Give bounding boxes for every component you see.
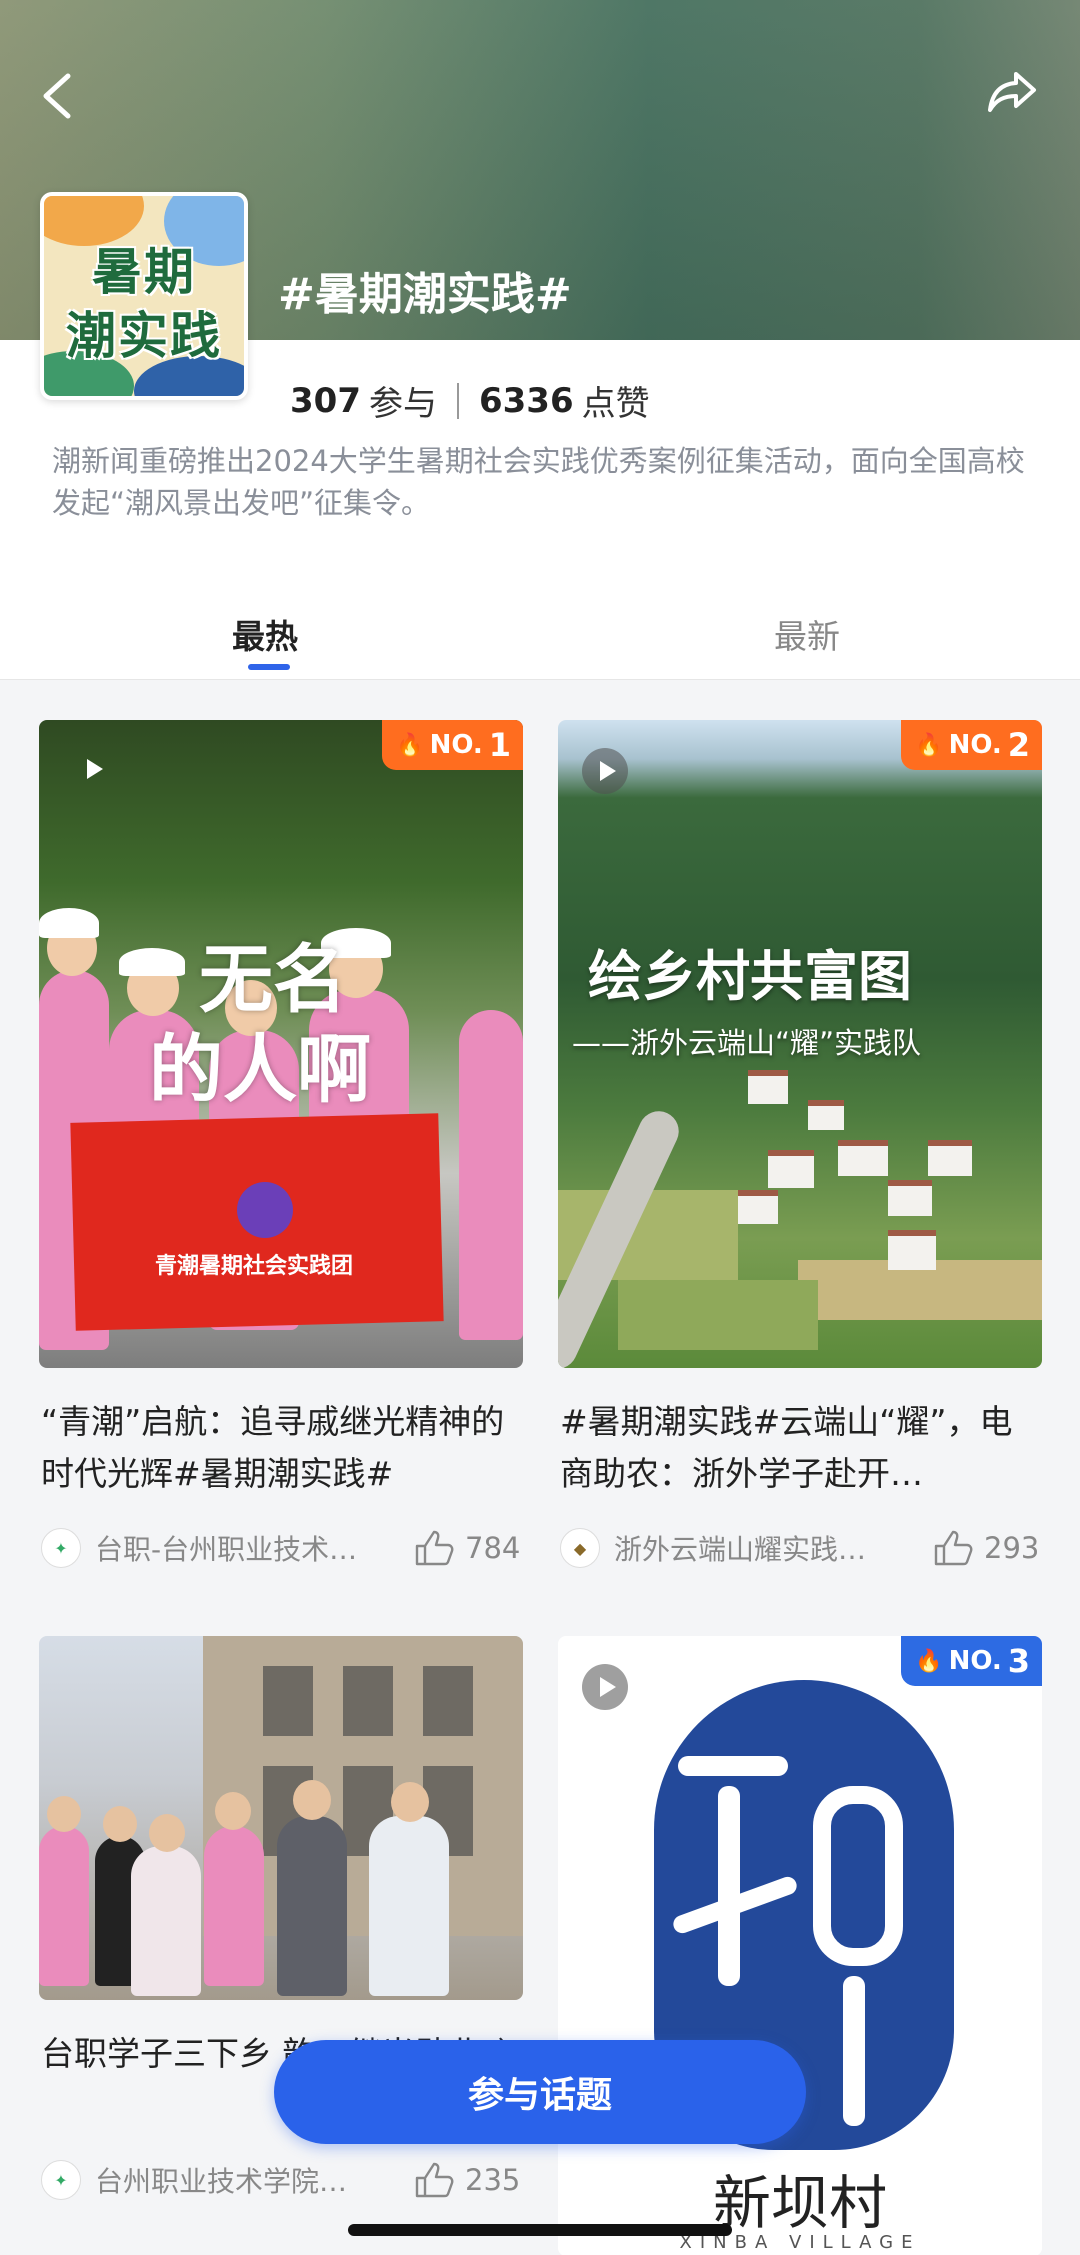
team-logo bbox=[237, 1182, 293, 1238]
post-thumbnail[interactable]: 绘乡村共富图 ——浙外云端山“耀”实践队 🔥 NO. 2 bbox=[558, 720, 1042, 1368]
play-icon bbox=[69, 746, 115, 792]
feed-tabs: 最热 最新 bbox=[0, 590, 1080, 680]
stats-divider bbox=[456, 382, 459, 419]
thumbs-up-icon[interactable] bbox=[932, 1528, 976, 1568]
flame-icon: 🔥 bbox=[396, 732, 424, 758]
post-thumbnail[interactable] bbox=[39, 1636, 523, 2000]
post-title[interactable]: #暑期潮实践#云端山“耀”，电商助农：浙外学子赴开… bbox=[560, 1396, 1044, 1500]
active-tab-indicator bbox=[248, 664, 290, 670]
rank-number: 3 bbox=[1007, 1642, 1030, 1680]
share-icon bbox=[988, 72, 1036, 112]
author-avatar[interactable]: ◆ bbox=[560, 1528, 600, 1568]
rank-prefix: NO. bbox=[948, 1646, 1002, 1676]
rank-number: 1 bbox=[488, 726, 511, 764]
back-button[interactable] bbox=[30, 60, 90, 130]
participant-count: 307 bbox=[290, 380, 361, 421]
play-icon bbox=[582, 1664, 628, 1710]
overlay-title: 绘乡村共富图 bbox=[588, 945, 912, 1008]
overlay-subtitle: ——浙外云端山“耀”实践队 bbox=[572, 1026, 922, 1060]
topic-title: #暑期潮实践# bbox=[278, 269, 572, 320]
rank-number: 2 bbox=[1007, 726, 1030, 764]
rank-badge: 🔥 NO. 1 bbox=[382, 720, 523, 770]
overlay-text-line2: 的人啊 bbox=[149, 1027, 371, 1113]
cover-text-line2: 潮实践 bbox=[66, 307, 222, 365]
topic-cover-image: 暑期 潮实践 bbox=[40, 192, 248, 400]
like-count: 293 bbox=[984, 1531, 1040, 1565]
tab-latest[interactable]: 最新 bbox=[774, 610, 840, 658]
join-topic-button[interactable]: 参与话题 bbox=[274, 2040, 806, 2144]
rank-prefix: NO. bbox=[948, 730, 1002, 760]
author-avatar[interactable]: ✦ bbox=[41, 1528, 81, 1568]
flame-icon: 🔥 bbox=[915, 1648, 943, 1674]
post-meta: ◆ 浙外云端山耀实践… 293 bbox=[560, 1526, 1044, 1570]
tab-hottest[interactable]: 最热 bbox=[232, 610, 298, 658]
flame-icon: 🔥 bbox=[915, 732, 943, 758]
rank-badge: 🔥 NO. 3 bbox=[901, 1636, 1042, 1686]
participant-label: 参与 bbox=[368, 384, 437, 424]
chevron-left-icon bbox=[43, 73, 71, 119]
rank-prefix: NO. bbox=[429, 730, 483, 760]
like-count: 784 bbox=[465, 1531, 521, 1565]
post-title[interactable]: “青潮”启航：追寻戚继光精神的时代光辉#暑期潮实践# bbox=[41, 1396, 525, 1500]
post-thumbnail[interactable]: 新坝村 XINBA VILLAGE 🔥 NO. 3 bbox=[558, 1636, 1042, 2255]
post-meta: ✦ 台州职业技术学院… 235 bbox=[41, 2158, 525, 2202]
cover-text-line1: 暑期 bbox=[92, 243, 196, 301]
author-avatar[interactable]: ✦ bbox=[41, 2160, 81, 2200]
rank-badge: 🔥 NO. 2 bbox=[901, 720, 1042, 770]
author-name[interactable]: 台州职业技术学院… bbox=[95, 2160, 403, 2200]
post-thumbnail[interactable]: 青潮暑期社会实践团 无名 的人啊 🔥 NO. 1 bbox=[39, 720, 523, 1368]
like-count: 235 bbox=[465, 2163, 521, 2197]
author-name[interactable]: 浙外云端山耀实践… bbox=[614, 1528, 922, 1568]
thumbs-up-icon[interactable] bbox=[413, 1528, 457, 1568]
banner-text: 青潮暑期社会实践团 bbox=[155, 1254, 354, 1279]
play-icon bbox=[582, 748, 628, 794]
post-meta: ✦ 台职-台州职业技术… 784 bbox=[41, 1526, 525, 1570]
home-indicator bbox=[348, 2224, 732, 2236]
thumbs-up-icon[interactable] bbox=[413, 2160, 457, 2200]
share-button[interactable] bbox=[982, 62, 1042, 122]
like-total-label: 点赞 bbox=[581, 384, 650, 424]
topic-stats: 307 参与 6336 点赞 bbox=[290, 376, 650, 425]
topic-description: 潮新闻重磅推出2024大学生暑期社会实践优秀案例征集活动，面向全国高校发起“潮风… bbox=[52, 444, 1025, 520]
author-name[interactable]: 台职-台州职业技术… bbox=[95, 1528, 403, 1568]
like-total: 6336 bbox=[478, 380, 574, 421]
